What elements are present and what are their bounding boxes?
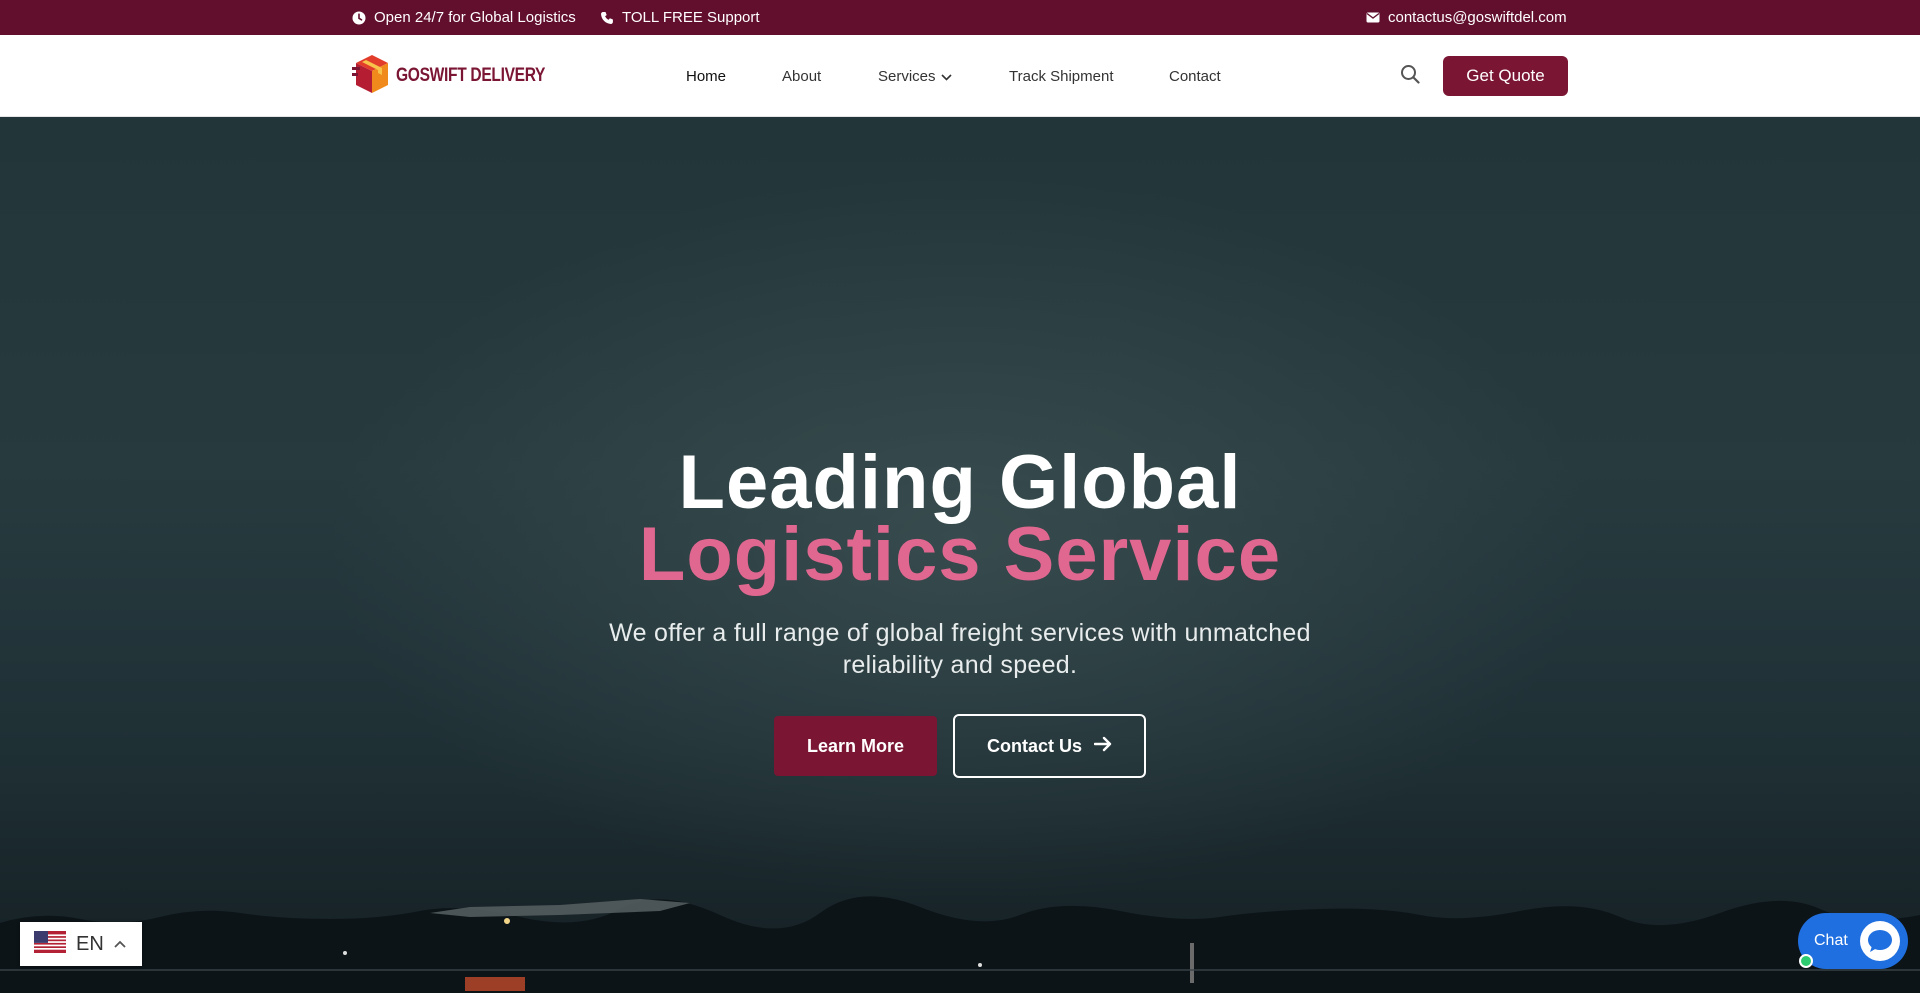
arrow-right-icon <box>1093 736 1112 757</box>
clock-icon <box>352 11 366 25</box>
chevron-up-icon <box>114 935 126 953</box>
logo-text: GOSWIFT DELIVERY <box>396 65 546 86</box>
top-bar: Open 24/7 for Global Logistics TOLL FREE… <box>0 0 1920 35</box>
language-code: EN <box>76 932 104 955</box>
email-link[interactable]: contactus@goswiftdel.com <box>1366 0 1567 35</box>
us-flag-icon <box>34 930 66 958</box>
email-text: contactus@goswiftdel.com <box>1388 9 1567 26</box>
hours-info: Open 24/7 for Global Logistics <box>352 0 576 35</box>
online-status-dot <box>1799 954 1813 968</box>
chat-bubble-icon <box>1859 921 1900 961</box>
phone-icon <box>600 11 614 25</box>
search-button[interactable] <box>1398 64 1422 88</box>
chevron-down-icon <box>940 68 952 85</box>
nav-services-label: Services <box>878 67 936 85</box>
learn-more-button[interactable]: Learn More <box>774 716 937 776</box>
nav-services[interactable]: Services <box>878 35 952 117</box>
nav-track-shipment[interactable]: Track Shipment <box>1009 35 1113 117</box>
hero-subtitle: We offer a full range of global freight … <box>609 619 1311 679</box>
nav-contact[interactable]: Contact <box>1169 35 1221 117</box>
nav-home[interactable]: Home <box>686 35 726 117</box>
contact-us-label: Contact Us <box>986 735 1082 756</box>
language-switcher[interactable]: EN <box>20 922 142 966</box>
hero-section: Leading Global Logistics Service We offe… <box>0 117 1920 993</box>
chat-label: Chat <box>1814 932 1848 949</box>
logo[interactable]: GOSWIFT DELIVERY <box>352 53 578 100</box>
hours-text: Open 24/7 for Global Logistics <box>374 9 576 26</box>
contact-us-button[interactable]: Contact Us <box>953 714 1146 778</box>
support-info[interactable]: TOLL FREE Support <box>600 0 760 35</box>
box-logo-icon <box>352 53 392 100</box>
get-quote-button[interactable]: Get Quote <box>1443 56 1568 96</box>
nav-about[interactable]: About <box>782 35 821 117</box>
support-text: TOLL FREE Support <box>622 9 760 26</box>
chat-widget-button[interactable]: Chat <box>1798 913 1908 969</box>
hero-title-line1: Leading Global <box>678 440 1242 525</box>
search-icon <box>1400 64 1420 89</box>
runway-background-image <box>0 896 1920 993</box>
main-header: GOSWIFT DELIVERY Home About Services Tra… <box>0 35 1920 117</box>
hero-title-line2: Logistics Service <box>638 512 1282 597</box>
mail-icon <box>1366 12 1380 23</box>
